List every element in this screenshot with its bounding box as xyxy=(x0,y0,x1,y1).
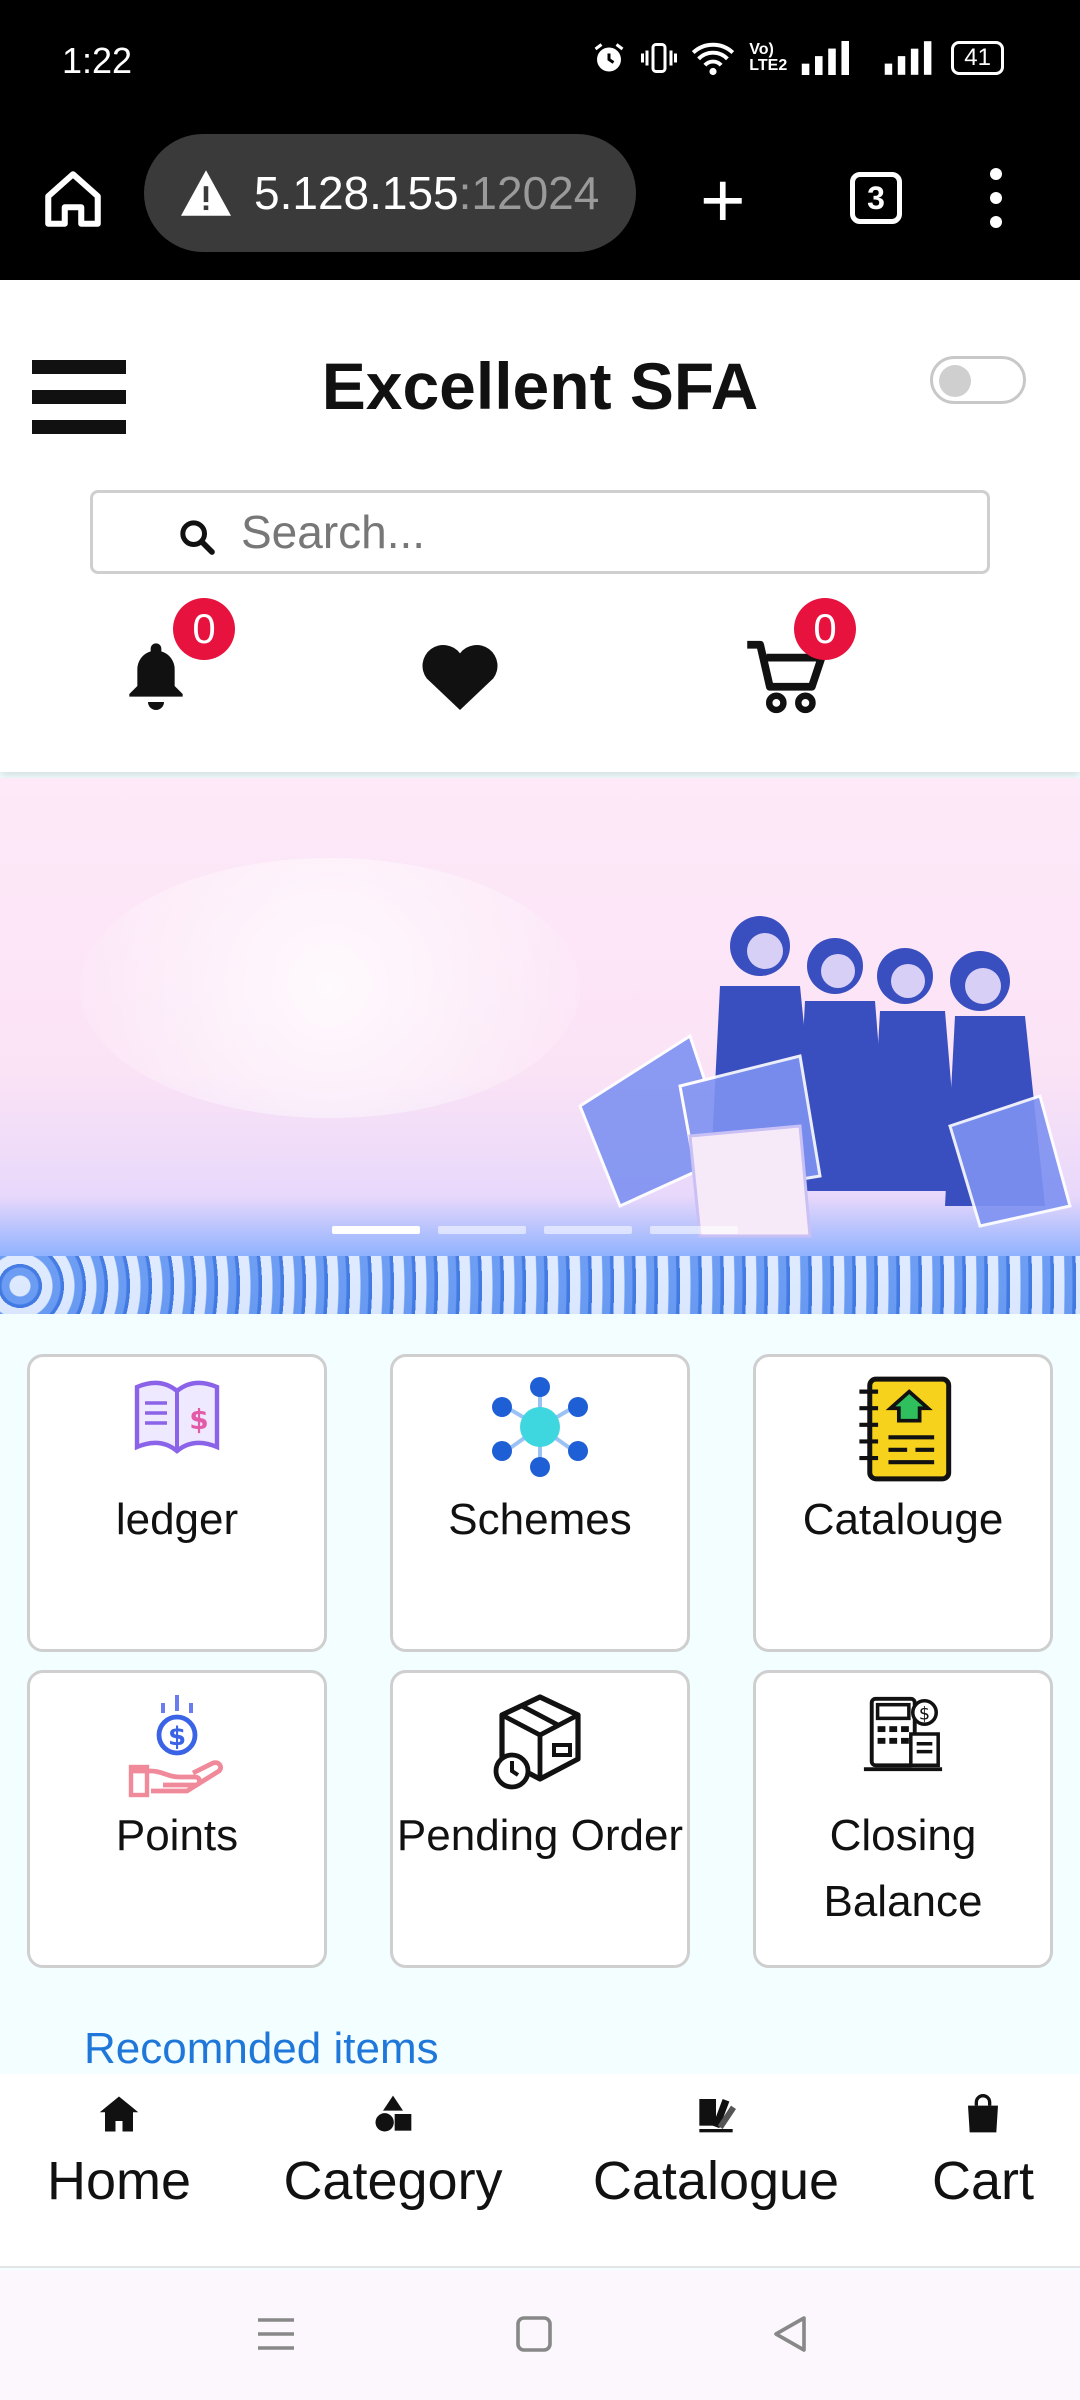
status-time: 1:22 xyxy=(62,40,133,81)
cart-bag-icon xyxy=(968,2094,998,2133)
nav-home[interactable]: Home xyxy=(44,2094,194,2212)
cart-badge: 0 xyxy=(794,598,856,660)
nav-label: Home xyxy=(46,2151,192,2211)
address-bar[interactable]: 5.128.155:12024 xyxy=(144,134,636,252)
tile-ledger[interactable]: $ ledger xyxy=(27,1354,327,1652)
tile-label: Pending Order xyxy=(396,1811,684,1860)
signal-icon-1 xyxy=(802,41,850,75)
app-title: Excellent SFA xyxy=(321,349,759,423)
tile-label: Schemes xyxy=(448,1495,632,1544)
wishlist-heart-icon[interactable] xyxy=(420,640,500,710)
tile-label: Catalouge xyxy=(802,1495,1004,1544)
carousel-dot-4[interactable] xyxy=(650,1226,738,1234)
carousel-dots xyxy=(332,1226,738,1234)
catalogue-book-icon xyxy=(859,1376,952,1482)
bell-icon xyxy=(129,643,183,710)
app-header: Excellent SFA 0 0 xyxy=(0,280,1080,772)
signal-icon-2 xyxy=(885,41,932,75)
svg-text:$: $ xyxy=(189,1403,208,1436)
new-tab-button[interactable]: + xyxy=(700,160,746,240)
recommended-items-title[interactable]: Recomnded items xyxy=(84,2024,439,2074)
notification-badge: 0 xyxy=(173,598,235,660)
nav-catalogue[interactable]: Catalogue xyxy=(592,2094,840,2212)
system-navigation-bar xyxy=(0,2270,1080,2400)
tile-label: ledger xyxy=(115,1495,239,1544)
catalogue-icon xyxy=(699,2099,736,2133)
nav-category[interactable]: Category xyxy=(280,2094,506,2212)
search-input[interactable] xyxy=(241,505,941,559)
warning-icon[interactable] xyxy=(178,168,234,218)
status-bar: 1:22 Vo) LTE2 41 xyxy=(0,0,1080,124)
theme-toggle[interactable] xyxy=(930,356,1026,404)
promo-banner-carousel[interactable] xyxy=(0,778,1080,1314)
nav-label: Cart xyxy=(931,2151,1034,2211)
tile-closing-balance[interactable]: $ Closing Balance xyxy=(753,1670,1053,1968)
shopping-women-illustration xyxy=(578,916,1072,1238)
banner-flower-border xyxy=(0,1256,1080,1314)
system-back-icon[interactable] xyxy=(770,2314,810,2354)
browser-menu-icon[interactable] xyxy=(986,168,1006,228)
tile-label: Points xyxy=(115,1811,239,1860)
schemes-icon xyxy=(492,1377,588,1477)
url-host: 5.128.155 xyxy=(254,167,459,219)
tile-catalouge[interactable]: Catalouge xyxy=(753,1354,1053,1652)
wifi-icon xyxy=(692,42,735,76)
notifications-button[interactable] xyxy=(124,638,188,710)
tile-label: Closing Balance xyxy=(823,1811,983,1926)
home-icon xyxy=(99,2096,139,2132)
search-box[interactable] xyxy=(90,490,990,574)
pending-order-icon xyxy=(493,1694,581,1790)
banner-glow xyxy=(80,858,580,1118)
system-home-icon[interactable] xyxy=(514,2314,554,2354)
toggle-knob xyxy=(939,365,971,397)
points-icon: $ xyxy=(128,1695,223,1798)
alarm-icon xyxy=(594,43,624,72)
closing-balance-icon: $ xyxy=(863,1696,943,1772)
nav-label: Category xyxy=(283,2151,503,2211)
browser-home-icon[interactable] xyxy=(40,166,106,232)
tile-pending-order[interactable]: Pending Order xyxy=(390,1670,690,1968)
tile-schemes[interactable]: Schemes xyxy=(390,1354,690,1652)
nav-label: Catalogue xyxy=(592,2151,840,2211)
carousel-dot-3[interactable] xyxy=(544,1226,632,1234)
bottom-navigation: Home Category Catalogue Cart xyxy=(0,2074,1080,2268)
browser-toolbar: 5.128.155:12024 + 3 xyxy=(0,124,1080,280)
network-type-label: Vo) LTE2 xyxy=(749,41,788,74)
svg-text:$: $ xyxy=(168,1722,186,1752)
carousel-dot-2[interactable] xyxy=(438,1226,526,1234)
tile-points[interactable]: $ Points xyxy=(27,1670,327,1968)
carousel-dot-1[interactable] xyxy=(332,1226,420,1234)
nav-cart[interactable]: Cart xyxy=(926,2094,1040,2212)
tab-switcher-button[interactable]: 3 xyxy=(850,172,902,224)
ledger-icon: $ xyxy=(134,1380,220,1454)
vibrate-icon xyxy=(641,43,678,73)
url-port: :12024 xyxy=(458,167,600,219)
status-icons: Vo) LTE2 41 xyxy=(591,40,1004,76)
svg-text:$: $ xyxy=(919,1704,930,1724)
battery-indicator: 41 xyxy=(951,41,1004,75)
search-icon xyxy=(180,520,215,555)
recent-apps-icon[interactable] xyxy=(256,2314,296,2354)
category-icon xyxy=(375,2095,412,2132)
